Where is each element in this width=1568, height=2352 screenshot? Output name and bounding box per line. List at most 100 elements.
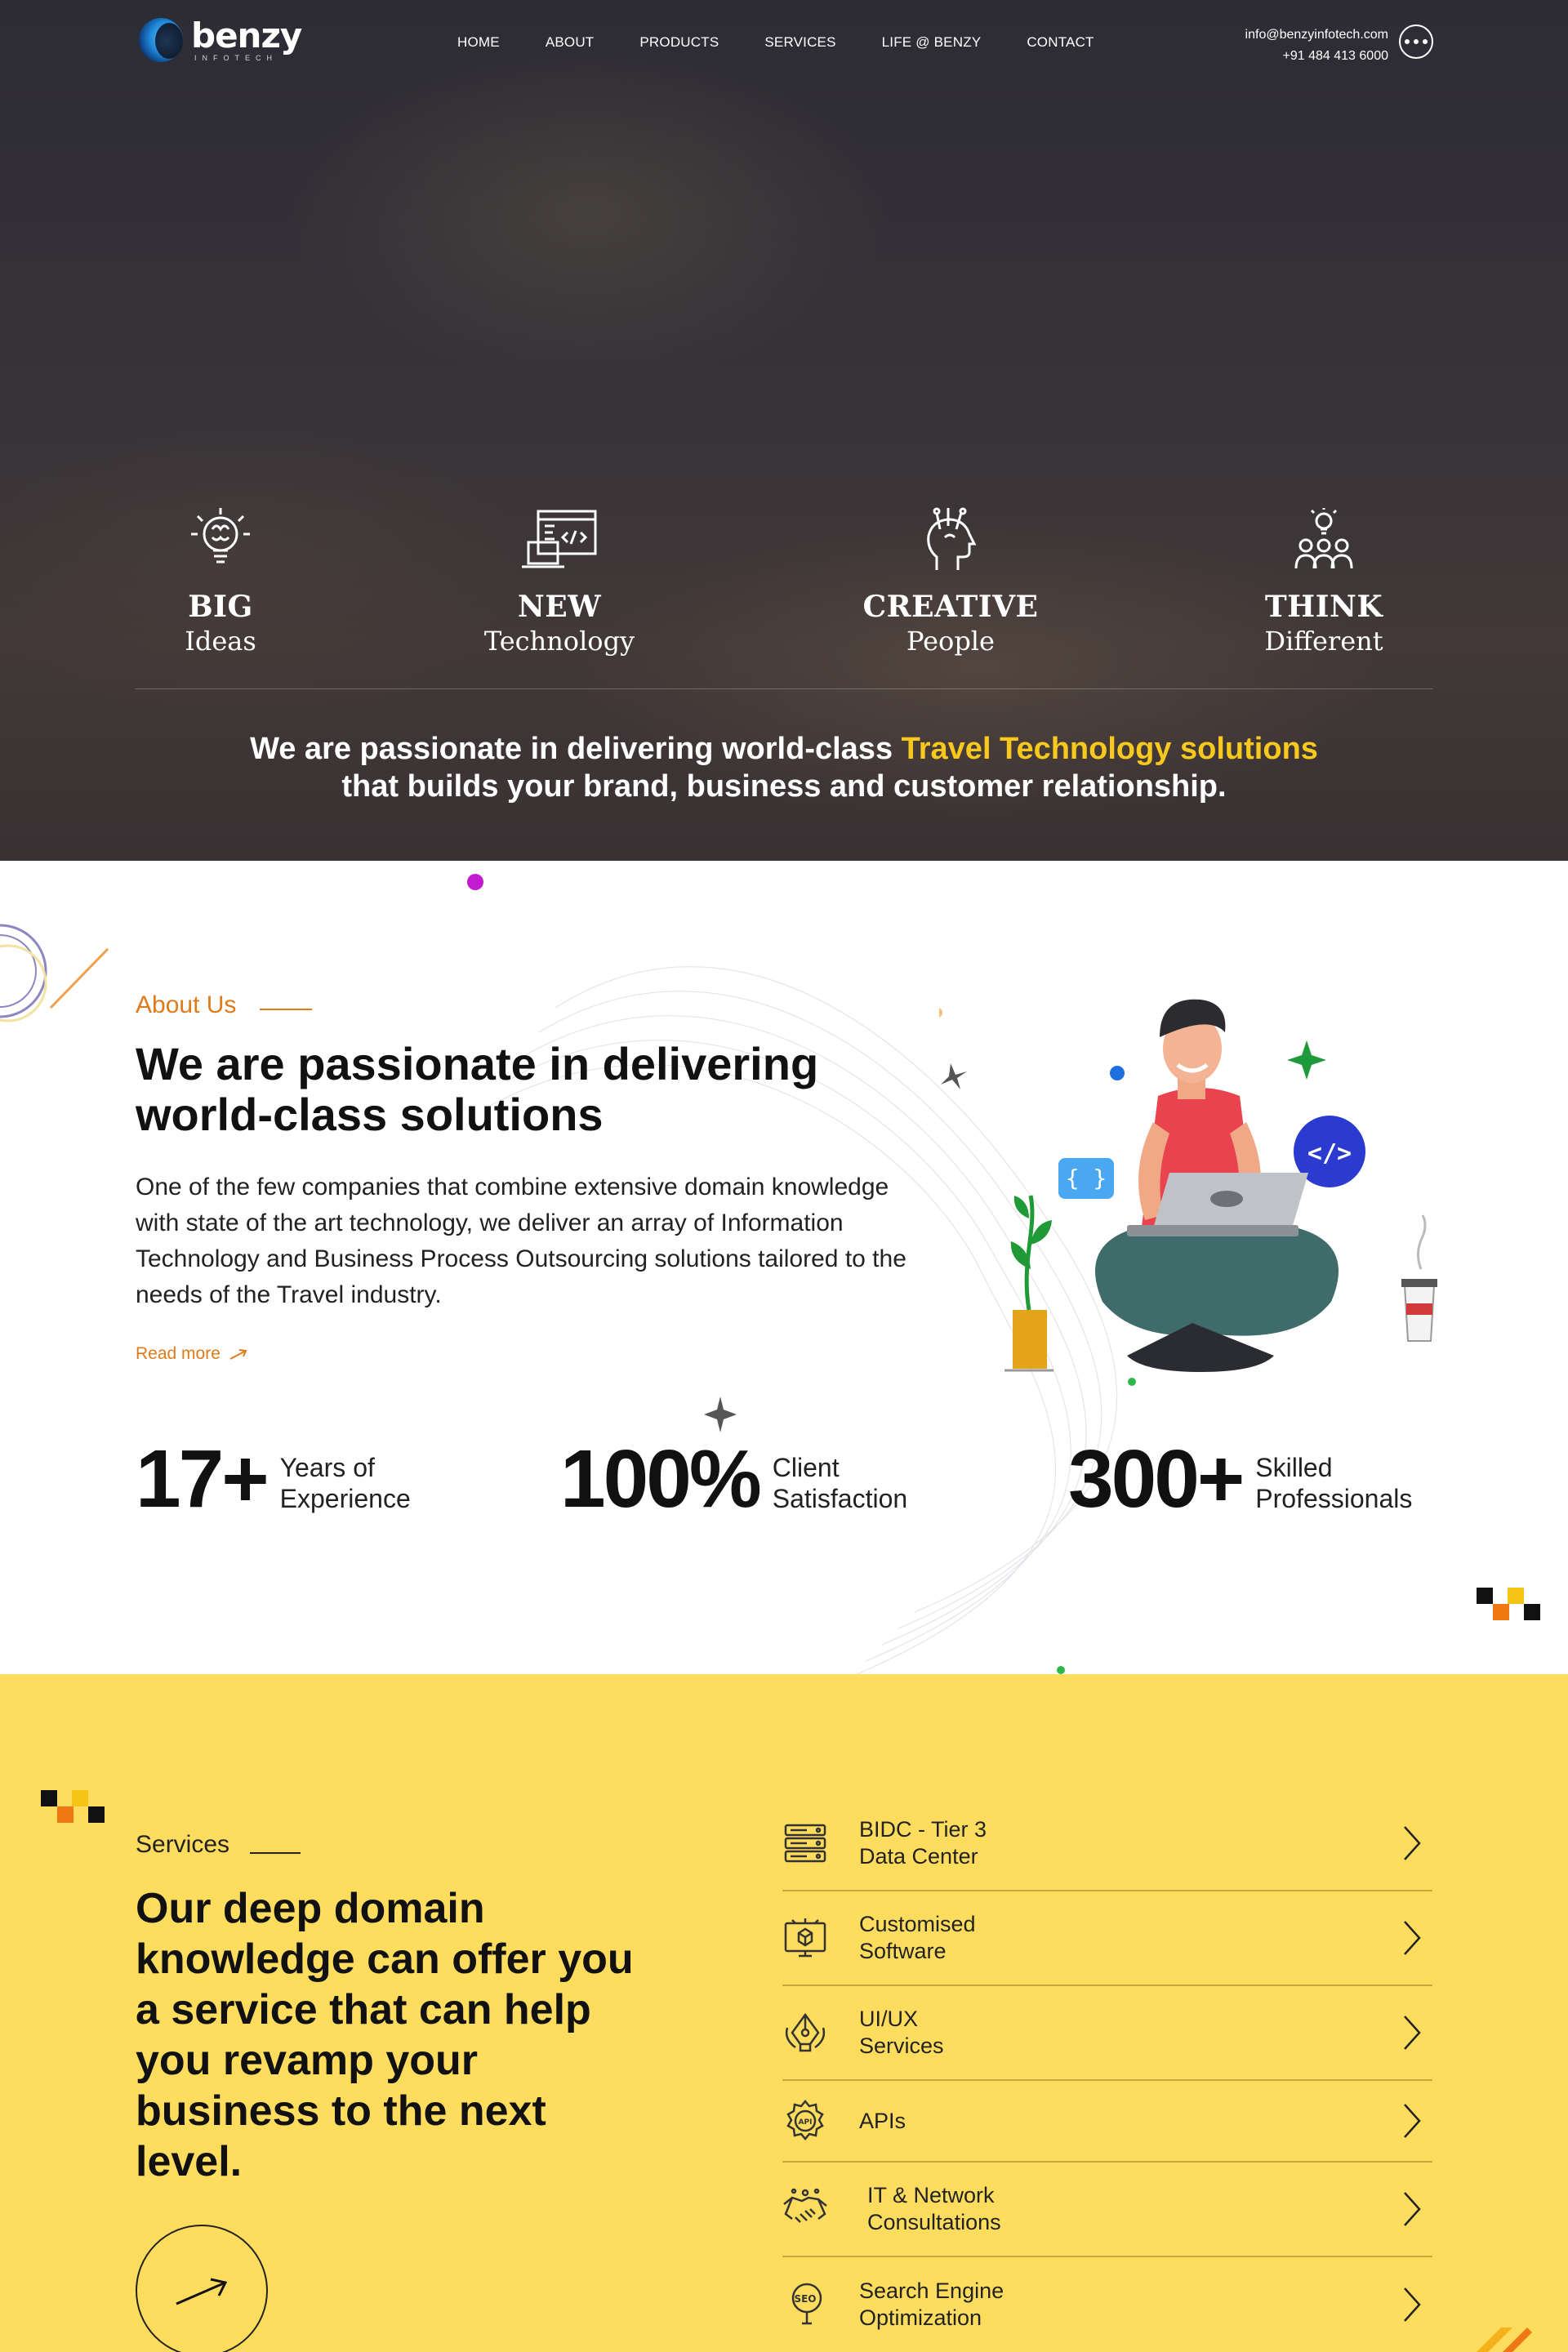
service-line1: Search Engine: [859, 2278, 1004, 2303]
services-label-line: [250, 1852, 301, 1854]
header-contact: info@benzyinfotech.com +91 484 413 6000: [1245, 24, 1388, 67]
stat-experience: 17+ Years of Experience: [136, 1432, 411, 1526]
feature-subtitle: Different: [1264, 626, 1383, 657]
services-section: Services Our deep domain knowledge can o…: [0, 1674, 1568, 2352]
hero-divider: [136, 688, 1432, 689]
service-line2: Software: [859, 1939, 947, 1963]
chevron-right-icon: [1404, 1921, 1421, 1955]
code-tag-badge: </>: [1307, 1139, 1352, 1168]
logo-name: benzy: [191, 15, 302, 56]
about-label: About Us: [136, 991, 237, 1018]
feature-new-technology: NEW Technology: [437, 500, 682, 657]
stat-number: 100%: [560, 1433, 762, 1525]
feature-big-ideas: BIG Ideas: [98, 500, 343, 657]
developer-illustration: { } </>: [939, 999, 1437, 1386]
service-line2: Optimization: [859, 2305, 982, 2330]
curly-braces-badge: { }: [1066, 1165, 1107, 1192]
chevron-right-icon: [1404, 2016, 1421, 2050]
feature-subtitle: Ideas: [185, 626, 256, 657]
nav-home[interactable]: HOME: [457, 34, 500, 51]
about-text: One of the few companies that combine ex…: [136, 1174, 906, 1308]
more-menu-button[interactable]: [1399, 24, 1433, 59]
nav-contact[interactable]: CONTACT: [1027, 34, 1094, 51]
code-laptop-icon: [437, 500, 682, 573]
brand-logo[interactable]: benzy INFOTECH: [136, 8, 302, 72]
feature-title: CREATIVE: [862, 590, 1039, 624]
stat-label: Years of Experience: [279, 1452, 411, 1513]
stat-number: 17+: [136, 1433, 270, 1525]
service-line2: Consultations: [867, 2210, 1001, 2234]
service-line2: Data Center: [859, 1844, 978, 1869]
service-line2: Services: [859, 2034, 944, 2058]
explore-services-button[interactable]: [136, 2225, 268, 2352]
service-item-apis[interactable]: API APIs: [782, 2081, 1432, 2163]
services-list: BIDC - Tier 3 Data Center Customised Sof…: [782, 1797, 1432, 2352]
api-gear-icon: API: [782, 2100, 828, 2142]
logo-mark: [136, 8, 186, 72]
arrow-up-right-icon: [229, 1349, 247, 1360]
tagline-part2: that builds your brand, business and cus…: [341, 769, 1227, 804]
stat-label: Skilled Professionals: [1255, 1452, 1413, 1513]
service-line1: Customised: [859, 1912, 976, 1936]
feature-title: BIG: [188, 590, 253, 624]
service-item-it-network[interactable]: IT & Network Consultations: [782, 2163, 1432, 2257]
chevron-right-icon: [1404, 2104, 1421, 2138]
feature-title: THINK: [1264, 590, 1383, 624]
team-idea-icon: [1201, 500, 1446, 573]
service-item-uiux[interactable]: UI/UX Services: [782, 1986, 1432, 2081]
service-line1: APIs: [859, 2108, 906, 2133]
brain-bulb-icon: [98, 500, 343, 573]
service-line1: IT & Network: [867, 2183, 995, 2207]
about-section: About Us We are passionate in delivering…: [0, 861, 1568, 1674]
decor-dot: [467, 874, 483, 890]
service-line1: UI/UX: [859, 2007, 919, 2031]
svg-text:API: API: [799, 2118, 813, 2127]
creative-head-icon: [828, 500, 1073, 573]
decor-dot: [1057, 1666, 1065, 1674]
chevron-right-icon: [1404, 2192, 1421, 2226]
feature-title: NEW: [517, 590, 602, 624]
header-email[interactable]: info@benzyinfotech.com: [1245, 24, 1388, 46]
services-label: Services: [136, 1831, 230, 1858]
stat-professionals: 300+ Skilled Professionals: [1068, 1432, 1412, 1526]
hero-features: BIG Ideas NEW Technology CREATIVE People…: [0, 500, 1568, 663]
handshake-icon: [782, 2188, 828, 2230]
nav-services[interactable]: SERVICES: [764, 34, 835, 51]
services-title: Our deep domain knowledge can offer you …: [136, 1885, 634, 2185]
read-more-link[interactable]: Read more: [136, 1344, 248, 1364]
stat-satisfaction: 100% Client Satisfaction: [560, 1432, 907, 1526]
stat-label: Client Satisfaction: [772, 1452, 908, 1513]
hero-tagline: We are passionate in delivering world-cl…: [0, 730, 1568, 805]
stat-number: 300+: [1068, 1433, 1245, 1525]
decor-pencil: [1477, 2328, 1532, 2352]
chevron-right-icon: [1404, 2287, 1421, 2322]
server-icon: [782, 1822, 828, 1864]
feature-subtitle: People: [906, 626, 995, 657]
service-item-customised-software[interactable]: Customised Software: [782, 1891, 1432, 1986]
service-item-seo[interactable]: SEO Search Engine Optimization: [782, 2257, 1432, 2352]
chevron-right-icon: [1404, 1826, 1421, 1860]
svg-text:SEO: SEO: [794, 2293, 816, 2305]
main-nav: HOME ABOUT PRODUCTS SERVICES LIFE @ BENZ…: [457, 34, 1140, 51]
decor-sparkle: [704, 1396, 737, 1432]
logo-subtitle: INFOTECH: [194, 53, 278, 62]
pen-tool-icon: [782, 2011, 828, 2054]
tagline-highlight: Travel Technology solutions: [901, 732, 1318, 766]
about-title: We are passionate in delivering world-cl…: [136, 1038, 819, 1140]
service-line1: BIDC - Tier 3: [859, 1817, 987, 1842]
feature-creative-people: CREATIVE People: [828, 500, 1073, 657]
nav-about[interactable]: ABOUT: [546, 34, 595, 51]
tagline-part1: We are passionate in delivering world-cl…: [250, 732, 902, 766]
nav-products[interactable]: PRODUCTS: [639, 34, 719, 51]
monitor-cube-icon: [782, 1917, 828, 1959]
decorative-circles: [0, 924, 109, 1022]
more-dots-icon: [1405, 39, 1410, 44]
feature-subtitle: Technology: [483, 626, 635, 657]
nav-life-at-benzy[interactable]: LIFE @ BENZY: [882, 34, 982, 51]
service-item-data-center[interactable]: BIDC - Tier 3 Data Center: [782, 1797, 1432, 1891]
arrow-up-right-icon: [176, 2278, 228, 2305]
header-phone[interactable]: +91 484 413 6000: [1245, 46, 1388, 67]
seo-search-icon: SEO: [782, 2282, 828, 2328]
read-more-label: Read more: [136, 1344, 220, 1363]
about-label-line: [260, 1009, 312, 1010]
